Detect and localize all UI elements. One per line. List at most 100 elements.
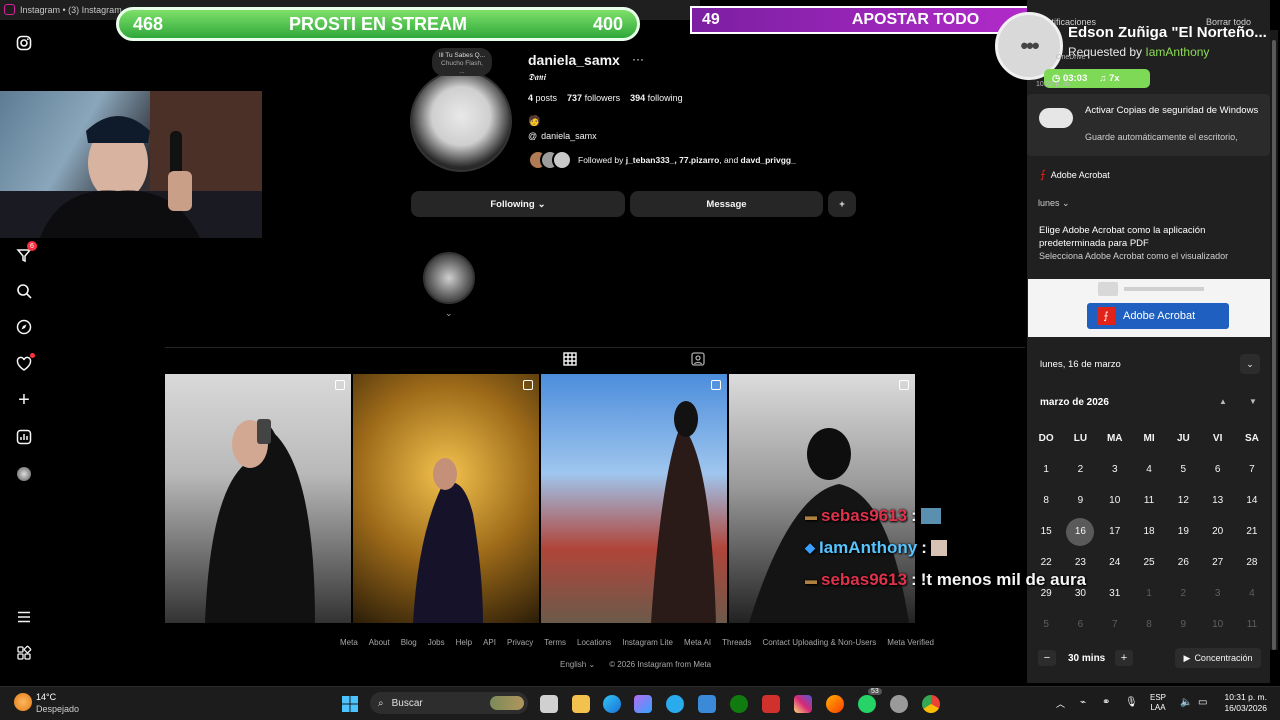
compass-icon[interactable] xyxy=(14,317,34,337)
followed-by[interactable]: Followed by j_teban333_, 77.pizarro, and… xyxy=(528,150,796,170)
following-stat[interactable]: 394 following xyxy=(630,93,683,103)
calendar-day[interactable]: 3 xyxy=(1200,587,1234,618)
weather-temp[interactable]: 14°C xyxy=(36,692,56,702)
footer-link[interactable]: Jobs xyxy=(428,638,445,647)
profile-avatar[interactable] xyxy=(410,70,512,172)
calendar-day[interactable]: 21 xyxy=(1235,525,1269,556)
acrobat-select-button[interactable]: ⨍ Adobe Acrobat xyxy=(1087,303,1229,329)
task-view-icon[interactable] xyxy=(540,695,558,713)
footer-link[interactable]: Contact Uploading & Non-Users xyxy=(762,638,876,647)
wifi-off-icon[interactable]: ⚭ xyxy=(1102,697,1110,708)
message-button[interactable]: Message xyxy=(630,191,823,217)
windows-start-icon[interactable] xyxy=(342,696,358,717)
footer-link[interactable]: Terms xyxy=(544,638,566,647)
calendar-day[interactable]: 5 xyxy=(1166,463,1200,494)
story-highlight[interactable] xyxy=(423,252,475,304)
copilot-icon[interactable] xyxy=(634,695,652,713)
plus-icon[interactable]: + xyxy=(14,389,34,411)
taskbar-search[interactable]: ⌕ Buscar xyxy=(370,692,528,714)
calendar-day[interactable]: 10 xyxy=(1200,618,1234,649)
steam-icon[interactable] xyxy=(890,695,908,713)
calendar-day[interactable]: 11 xyxy=(1132,494,1166,525)
calendar-day[interactable]: 6 xyxy=(1200,463,1234,494)
footer-link[interactable]: Meta AI xyxy=(684,638,711,647)
calendar-day[interactable]: 6 xyxy=(1063,618,1097,649)
footer-link[interactable]: Meta xyxy=(340,638,358,647)
post-tile[interactable] xyxy=(353,374,539,623)
calendar-day[interactable]: 13 xyxy=(1200,494,1234,525)
calendar-day[interactable]: 25 xyxy=(1132,556,1166,587)
language-indicator[interactable]: ESP LAA xyxy=(1150,693,1166,713)
whatsapp-icon[interactable]: 53 xyxy=(858,688,882,713)
focus-button[interactable]: ▶ Concentración xyxy=(1175,648,1261,668)
highlight-chevron-icon[interactable]: ⌄ xyxy=(445,308,453,319)
next-month-icon[interactable]: ▼ xyxy=(1249,397,1257,406)
chevron-up-icon[interactable]: ︿ xyxy=(1056,697,1065,710)
post-tile[interactable] xyxy=(541,374,727,623)
profile-note[interactable]: Ill Tu Sabes Q... Chucho Flash, ... xyxy=(432,48,492,76)
calendar-day[interactable]: 8 xyxy=(1132,618,1166,649)
followers-stat[interactable]: 737 followers xyxy=(567,93,620,103)
footer-link[interactable]: Privacy xyxy=(507,638,533,647)
footer-link[interactable]: Blog xyxy=(401,638,417,647)
calendar-day[interactable]: 8 xyxy=(1029,494,1063,525)
add-user-button[interactable]: + xyxy=(828,191,856,217)
threads-link[interactable]: @ daniela_samx xyxy=(528,131,597,141)
filter-icon[interactable]: 6 xyxy=(14,241,37,265)
calendar-day[interactable]: 10 xyxy=(1098,494,1132,525)
profile-icon[interactable] xyxy=(14,464,34,484)
footer-link[interactable]: Threads xyxy=(722,638,751,647)
calendar-day[interactable]: 2 xyxy=(1166,587,1200,618)
footer-link[interactable]: About xyxy=(369,638,390,647)
chrome-icon[interactable] xyxy=(922,695,940,713)
language-select[interactable]: English ⌄ xyxy=(560,660,595,669)
calendar-day[interactable]: 4 xyxy=(1235,587,1269,618)
acrobat-day[interactable]: lunes ⌄ xyxy=(1038,198,1070,209)
instagram-app-icon[interactable] xyxy=(794,695,812,713)
battery-icon[interactable]: ▭ xyxy=(1198,697,1207,708)
calendar-day[interactable]: 11 xyxy=(1235,618,1269,649)
focus-plus-button[interactable]: + xyxy=(1115,650,1133,666)
calendar-day[interactable]: 4 xyxy=(1132,463,1166,494)
post-tile[interactable] xyxy=(165,374,351,623)
microphone-icon[interactable]: 🎙 xyxy=(1125,697,1138,708)
calendar-day[interactable]: 1 xyxy=(1029,463,1063,494)
apps-icon[interactable] xyxy=(14,643,34,663)
calendar-day[interactable]: 24 xyxy=(1098,556,1132,587)
calendar-day[interactable]: 2 xyxy=(1063,463,1097,494)
more-options-icon[interactable]: ··· xyxy=(632,52,644,66)
previous-month-icon[interactable]: ▲ xyxy=(1219,397,1227,406)
chart-icon[interactable] xyxy=(14,427,34,447)
calendar-day[interactable]: 15 xyxy=(1029,525,1063,556)
calendar-day[interactable]: 30 xyxy=(1063,587,1097,618)
footer-link[interactable]: Help xyxy=(456,638,472,647)
focus-minus-button[interactable]: − xyxy=(1038,650,1056,666)
calendar-day[interactable]: 12 xyxy=(1166,494,1200,525)
telegram-icon[interactable] xyxy=(666,695,684,713)
menu-icon[interactable] xyxy=(14,607,34,627)
wps-icon[interactable] xyxy=(762,695,780,713)
clock[interactable]: 10:31 p. m. 16/03/2026 xyxy=(1221,692,1267,714)
collapse-calendar-button[interactable]: ⌄ xyxy=(1240,354,1260,374)
firefox-icon[interactable] xyxy=(826,695,844,713)
calendar-day[interactable]: 19 xyxy=(1166,525,1200,556)
xbox-icon[interactable] xyxy=(730,695,748,713)
search-icon[interactable] xyxy=(14,281,34,301)
heart-icon[interactable] xyxy=(14,353,35,374)
calendar-day[interactable]: 3 xyxy=(1098,463,1132,494)
footer-link[interactable]: Meta Verified xyxy=(887,638,934,647)
tagged-icon[interactable] xyxy=(691,352,705,369)
calendar-day[interactable]: 28 xyxy=(1235,556,1269,587)
calendar-day[interactable]: 1 xyxy=(1132,587,1166,618)
calendar-day[interactable]: 7 xyxy=(1098,618,1132,649)
calendar-day[interactable]: 7 xyxy=(1235,463,1269,494)
instagram-icon[interactable] xyxy=(14,33,34,53)
footer-link[interactable]: API xyxy=(483,638,496,647)
calendar-day[interactable]: 17 xyxy=(1098,525,1132,556)
calendar-day[interactable]: 9 xyxy=(1166,618,1200,649)
calendar-day[interactable]: 26 xyxy=(1166,556,1200,587)
calendar-day[interactable]: 14 xyxy=(1235,494,1269,525)
backup-notification[interactable]: Activar Copias de seguridad de Windows G… xyxy=(1027,94,1270,156)
following-button[interactable]: Following ⌄ xyxy=(411,191,625,217)
calendar-day[interactable]: 31 xyxy=(1098,587,1132,618)
